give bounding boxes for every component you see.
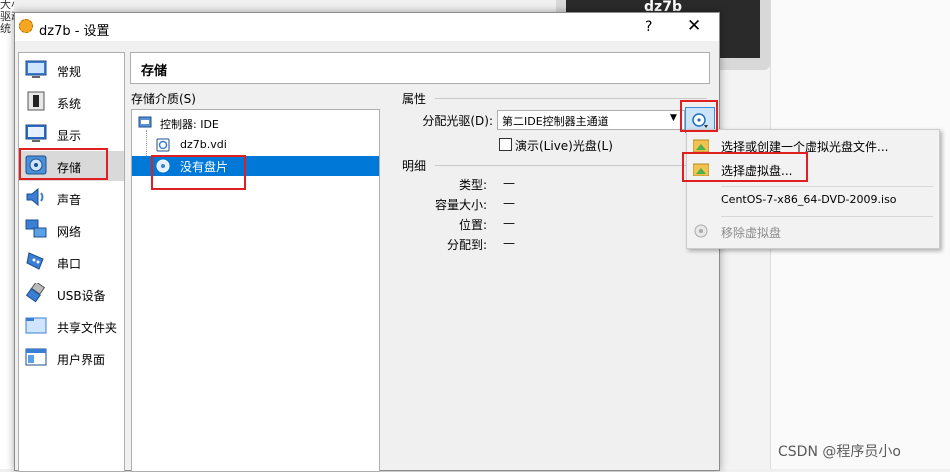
tree-item-label: dz7b.vdi — [180, 138, 227, 151]
highlight-storage — [19, 148, 108, 180]
nav-item-user-interface[interactable]: 用户界面 — [19, 343, 124, 373]
nav-label: 显示 — [57, 129, 82, 143]
help-button[interactable]: ? — [645, 19, 652, 35]
user-interface-icon — [25, 348, 47, 366]
menu-item-centos-iso[interactable]: CentOS-7-x86_64-DVD-2009.iso — [687, 188, 939, 212]
usb-icon — [25, 283, 46, 303]
nav-item-system[interactable]: 系统 — [19, 87, 124, 117]
nav-label: 网络 — [57, 225, 82, 239]
title-bar: dz7b - 设置 ? ✕ — [15, 13, 719, 41]
nav-item-audio[interactable]: 声音 — [19, 183, 124, 213]
tree-item-ide-controller[interactable]: 控制器: IDE — [132, 113, 379, 133]
hard-disk-icon — [156, 138, 170, 152]
remove-disc-icon — [694, 224, 708, 238]
nav-label: 系统 — [57, 97, 82, 111]
attributes-label: 属性 — [402, 92, 427, 106]
nav-item-serial-port[interactable]: 串口 — [19, 247, 124, 277]
close-button[interactable]: ✕ — [687, 16, 701, 36]
shared-folder-icon — [25, 317, 47, 334]
nav-label: 声音 — [57, 193, 82, 207]
tree-item-label: 控制器: IDE — [160, 118, 219, 131]
virtualbox-icon — [19, 19, 33, 33]
settings-dialog: dz7b - 设置 ? ✕ 常规 系统 显示 存储 声音 网络 串口 USB设备… — [14, 12, 720, 472]
system-icon — [27, 91, 45, 111]
audio-icon — [26, 187, 44, 207]
nav-label: 常规 — [57, 65, 82, 79]
optical-drive-value: 第二IDE控制器主通道 — [502, 115, 609, 128]
general-icon — [25, 60, 47, 78]
settings-nav: 常规 系统 显示 存储 声音 网络 串口 USB设备 共享文件夹 用户界面 — [18, 52, 125, 472]
nav-item-shared-folders[interactable]: 共享文件夹 — [19, 311, 124, 341]
detail-size-label: 容量大小: — [434, 198, 487, 212]
storage-media-label: 存储介质(S) — [131, 92, 196, 106]
live-cd-checkbox[interactable] — [499, 138, 512, 151]
disc-menu: 选择或创建一个虚拟光盘文件... 选择虚拟盘... CentOS-7-x86_6… — [686, 129, 940, 249]
page-header: 存储 — [130, 52, 710, 84]
nav-item-usb[interactable]: USB设备 — [19, 279, 124, 309]
background-text: 统 — [0, 22, 11, 35]
nav-label: 用户界面 — [57, 353, 106, 367]
detail-location-value: — — [503, 216, 515, 230]
display-icon — [25, 124, 47, 142]
live-cd-label: 演示(Live)光盘(L) — [515, 139, 613, 153]
tree-item-vdi[interactable]: dz7b.vdi — [132, 135, 379, 155]
optical-drive-label: 分配光驱(D): — [422, 114, 493, 128]
open-disc-file-icon — [693, 139, 709, 152]
highlight-disc-button — [680, 100, 718, 132]
nav-label: 串口 — [57, 257, 82, 271]
optical-drive-select[interactable]: 第二IDE控制器主通道 ▼ — [497, 110, 685, 130]
nav-item-general[interactable]: 常规 — [19, 55, 124, 85]
detail-type-value: — — [503, 176, 515, 190]
detail-attached-value: — — [503, 236, 515, 250]
window-title: dz7b - 设置 — [39, 24, 110, 39]
highlight-empty-disc — [151, 155, 246, 190]
network-icon — [25, 219, 47, 238]
nav-item-network[interactable]: 网络 — [19, 215, 124, 245]
ide-controller-icon — [138, 116, 152, 128]
page-title: 存储 — [141, 64, 168, 79]
detail-type-label: 类型: — [458, 178, 487, 192]
watermark: CSDN @程序员小o — [778, 444, 901, 460]
nav-label: 共享文件夹 — [57, 321, 118, 335]
detail-location-label: 位置: — [458, 218, 487, 232]
chevron-down-icon: ▼ — [670, 113, 677, 123]
menu-item-label: CentOS-7-x86_64-DVD-2009.iso — [721, 193, 897, 206]
serial-port-icon — [26, 252, 44, 270]
nav-label: USB设备 — [57, 289, 106, 303]
menu-item-remove-disc[interactable]: 移除虚拟盘 — [687, 219, 939, 243]
nav-item-display[interactable]: 显示 — [19, 119, 124, 149]
details-label: 明细 — [402, 159, 427, 173]
menu-item-label: 移除虚拟盘 — [721, 226, 782, 240]
background-window-left: 大小: 2048 MB 驱动器: 光驱, 软盘 统 — [0, 0, 14, 469]
detail-attached-label: 分配到: — [446, 238, 487, 252]
highlight-choose-disk — [682, 152, 808, 182]
detail-size-value: — — [503, 196, 515, 210]
